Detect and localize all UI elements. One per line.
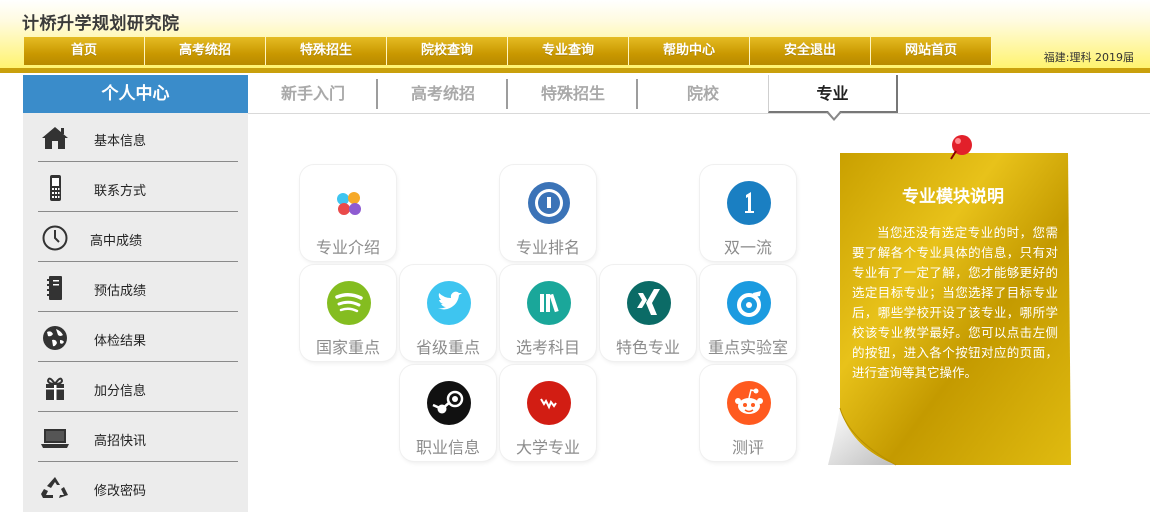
main-nav: 首页 高考统招 特殊招生 院校查询 专业查询 帮助中心 安全退出 网站首页 xyxy=(24,37,992,65)
sidebar-item-estimated-score[interactable]: 预估成绩 xyxy=(38,263,238,312)
last-fm-icon xyxy=(527,381,571,425)
sidebar: 基本信息 联系方式 高中成绩 预估成绩 体检结果 加分信息 高招快讯 修改密码 xyxy=(23,113,248,512)
tab-beginner[interactable]: 新手入门 xyxy=(248,75,378,111)
tile-double-first-class[interactable]: 双一流 xyxy=(700,165,796,261)
sidebar-item-label: 联系方式 xyxy=(94,184,147,199)
nav-item-majors[interactable]: 专业查询 xyxy=(508,37,629,65)
sidebar-title: 个人中心 xyxy=(23,75,248,113)
site-title: 计桥升学规划研究院 xyxy=(22,14,180,34)
sidebar-item-label: 修改密码 xyxy=(94,484,147,499)
tile-major-intro[interactable]: 专业介绍 xyxy=(300,165,396,261)
mobile-phone-icon xyxy=(50,175,61,201)
module-tabs: 新手入门 高考统招 特殊招生 院校 专业 xyxy=(248,75,1150,114)
music-note-icon xyxy=(727,281,771,325)
tile-label: 双一流 xyxy=(723,238,772,257)
reddit-alien-icon xyxy=(727,381,771,425)
gift-icon xyxy=(46,377,64,400)
sidebar-item-change-password[interactable]: 修改密码 xyxy=(38,463,238,512)
sidebar-item-label: 高招快讯 xyxy=(94,434,147,449)
tile-label: 专业排名 xyxy=(515,238,580,257)
books-icon xyxy=(527,281,571,325)
tile-university-majors[interactable]: 大学专业 xyxy=(500,365,596,461)
nav-item-help[interactable]: 帮助中心 xyxy=(629,37,750,65)
sidebar-item-label: 基本信息 xyxy=(94,134,147,149)
nav-item-schools[interactable]: 院校查询 xyxy=(387,37,508,65)
sidebar-item-label: 体检结果 xyxy=(94,334,147,349)
sidebar-item-label: 加分信息 xyxy=(94,384,147,399)
sidebar-item-basic-info[interactable]: 基本信息 xyxy=(38,113,238,162)
sidebar-item-medical-results[interactable]: 体检结果 xyxy=(38,313,238,362)
nav-item-special[interactable]: 特殊招生 xyxy=(266,37,387,65)
twitter-bird-icon xyxy=(427,281,471,325)
tab-schools[interactable]: 院校 xyxy=(638,75,768,111)
sidebar-item-bonus-points[interactable]: 加分信息 xyxy=(38,363,238,412)
color-dots-icon xyxy=(327,181,371,225)
sidebar-item-admission-news[interactable]: 高招快讯 xyxy=(38,413,238,462)
tab-gaokao[interactable]: 高考统招 xyxy=(378,75,508,111)
page-header: 计桥升学规划研究院 首页 高考统招 特殊招生 院校查询 专业查询 帮助中心 安全… xyxy=(0,0,1150,70)
sidebar-item-label: 预估成绩 xyxy=(94,284,147,299)
nav-item-gaokao[interactable]: 高考统招 xyxy=(145,37,266,65)
home-icon xyxy=(42,127,68,149)
nav-item-home[interactable]: 首页 xyxy=(24,37,145,65)
ring-icon xyxy=(528,182,570,224)
laptop-icon xyxy=(41,429,69,448)
number-one-icon xyxy=(727,181,771,225)
nav-item-site-home[interactable]: 网站首页 xyxy=(871,37,992,65)
user-info: 福建:理科 2019届 xyxy=(1043,51,1134,64)
tile-label: 测评 xyxy=(731,438,764,457)
globe-icon xyxy=(43,326,67,350)
note-title: 专业模块说明 xyxy=(902,187,1004,207)
header-divider xyxy=(0,68,1150,73)
tile-key-labs[interactable]: 重点实验室 xyxy=(700,265,796,361)
clock-icon xyxy=(42,225,68,251)
active-tab-pointer xyxy=(826,111,842,121)
tile-major-ranking[interactable]: 专业排名 xyxy=(500,165,596,261)
spotify-icon xyxy=(327,281,371,325)
tile-label: 大学专业 xyxy=(515,438,580,457)
notebook-icon xyxy=(47,276,62,300)
tab-majors[interactable]: 专业 xyxy=(768,75,898,113)
xing-icon xyxy=(627,281,671,325)
tile-label: 重点实验室 xyxy=(707,338,788,357)
sidebar-item-contact[interactable]: 联系方式 xyxy=(38,163,238,212)
tab-special[interactable]: 特殊招生 xyxy=(508,75,638,111)
steam-icon xyxy=(427,381,471,425)
recycle-icon xyxy=(41,477,68,498)
sidebar-item-label: 高中成绩 xyxy=(90,234,143,249)
sidebar-item-high-school-grades[interactable]: 高中成绩 xyxy=(38,213,238,262)
note-text: 当您还没有选定专业的时，您需要了解各个专业具体的信息，只有对专业有了一定了解，您… xyxy=(852,225,1058,380)
nav-item-logout[interactable]: 安全退出 xyxy=(750,37,871,65)
tile-label: 专业介绍 xyxy=(315,238,380,257)
tile-assessment[interactable]: 测评 xyxy=(700,365,796,461)
